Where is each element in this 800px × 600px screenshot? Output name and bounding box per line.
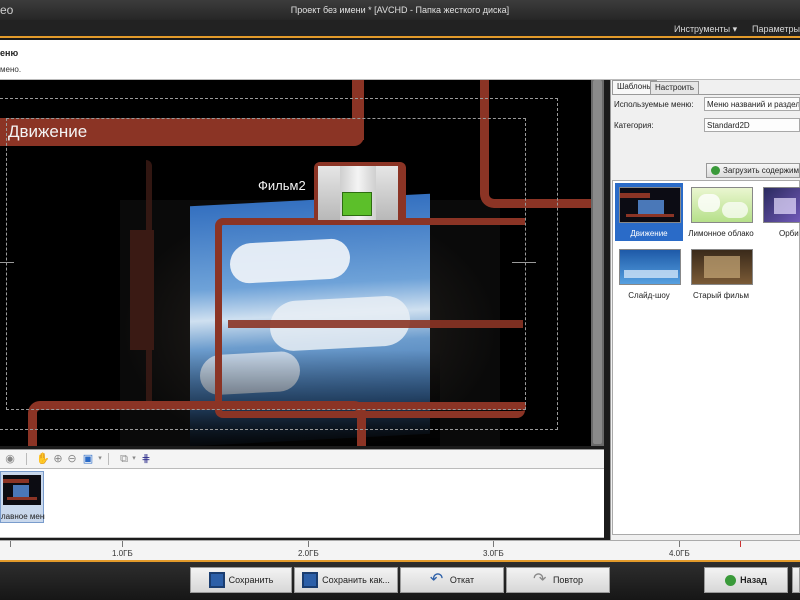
template-label: Слайд-шоу	[628, 291, 670, 300]
redo-button[interactable]: ↷ Повтор	[506, 567, 610, 593]
preview-scrollbar[interactable]	[591, 80, 604, 446]
back-arrow-icon	[725, 574, 737, 586]
save-as-button[interactable]: Сохранить как...	[294, 567, 398, 593]
ruler-label: 1.0ГБ	[112, 549, 133, 558]
template-thumbnail	[691, 249, 753, 285]
undo-icon: ↶	[429, 571, 444, 588]
scrollbar-thumb[interactable]	[593, 80, 602, 444]
menu-tools[interactable]: Инструменты ▾	[674, 24, 737, 35]
align-dropdown-icon[interactable]: ▾	[128, 453, 140, 465]
floppy-icon	[208, 572, 225, 588]
template-label: Движение	[630, 229, 668, 238]
safe-area-outer	[0, 98, 558, 430]
ruler-label: 2.0ГБ	[298, 549, 319, 558]
save-as-label: Сохранить как...	[322, 575, 390, 585]
title-bar: eo Проект без имени * [AVCHD - Папка жес…	[0, 0, 800, 20]
ruler-label: 4.0ГБ	[669, 549, 690, 558]
zoom-in-icon[interactable]: ⊕	[52, 453, 64, 465]
chevron-down-icon[interactable]: ▾	[94, 453, 106, 465]
bottom-bar: Сохранить Сохранить как... ↶ Откат ↷ Пов…	[0, 560, 800, 600]
template-item[interactable]: Лимонное облако	[687, 183, 755, 241]
template-item[interactable]: Слайд-шоу	[615, 245, 683, 303]
save-button[interactable]: Сохранить	[190, 567, 292, 593]
next-button[interactable]	[792, 567, 800, 593]
load-content-label: Загрузить содержимое	[723, 166, 800, 175]
save-as-icon	[302, 572, 319, 588]
menu-list: лавное меню	[0, 469, 604, 538]
template-item[interactable]: Орби	[759, 183, 800, 241]
menu-preview[interactable]: Движение Фильм2	[0, 80, 604, 446]
template-thumbnail	[763, 187, 800, 223]
template-label: Орби	[779, 229, 799, 238]
step-title: еню	[0, 48, 19, 58]
menu-list-item[interactable]: лавное меню	[0, 471, 45, 523]
tab-customize[interactable]: Настроить	[650, 81, 700, 95]
menu-parameters[interactable]: Параметры	[752, 24, 800, 34]
tab-divider	[612, 94, 800, 95]
guide-mark-left	[0, 262, 14, 263]
grid-icon[interactable]: ⋕	[140, 453, 152, 465]
preview-toolbar: ◉ ✋ ⊕ ⊖ ▣ ▾ ⧉ ▾ ⋕	[0, 449, 604, 469]
template-thumbnail	[619, 187, 681, 223]
download-icon	[711, 166, 720, 176]
used-menu-label: Используемые меню:	[614, 100, 694, 109]
hand-tool-icon[interactable]: ✋	[36, 453, 50, 465]
back-label: Назад	[740, 575, 767, 585]
zoom-out-icon[interactable]: ⊖	[66, 453, 78, 465]
ruler-label: 3.0ГБ	[483, 549, 504, 558]
step-description: мено.	[0, 65, 22, 74]
window-title: Проект без имени * [AVCHD - Папка жестко…	[290, 5, 510, 15]
menu-list-item-label: лавное меню	[1, 512, 45, 521]
template-item[interactable]: Движение	[615, 183, 683, 241]
undo-button[interactable]: ↶ Откат	[400, 567, 504, 593]
menu-bar: Инструменты ▾ Параметры	[0, 20, 800, 38]
redo-icon: ↷	[532, 571, 547, 588]
template-thumbnail	[691, 187, 753, 223]
menu-list-thumbnail	[3, 475, 41, 505]
fit-view-icon[interactable]: ▣	[82, 453, 94, 465]
template-label: Старый фильм	[692, 291, 750, 300]
guide-mark-right	[512, 262, 536, 263]
redo-label: Повтор	[552, 575, 584, 585]
back-button[interactable]: Назад	[704, 567, 788, 593]
template-label: Лимонное облако	[688, 229, 754, 238]
category-label: Категория:	[614, 121, 654, 130]
disc-icon[interactable]: ◉	[4, 453, 16, 465]
category-select[interactable]: Standard2D	[704, 118, 800, 132]
template-grid: Движение Лимонное облако Орби Слайд-шоу …	[612, 180, 800, 535]
template-thumbnail	[619, 249, 681, 285]
disc-capacity-ruler: 1.0ГБ 2.0ГБ 3.0ГБ 4.0ГБ	[0, 540, 800, 560]
template-item[interactable]: Старый фильм	[687, 245, 755, 303]
used-menu-select[interactable]: Меню названий и разделов	[704, 97, 800, 111]
step-header: еню мено.	[0, 40, 800, 80]
save-label: Сохранить	[228, 575, 274, 585]
undo-label: Откат	[449, 575, 475, 585]
load-content-button[interactable]: Загрузить содержимое	[706, 163, 800, 178]
